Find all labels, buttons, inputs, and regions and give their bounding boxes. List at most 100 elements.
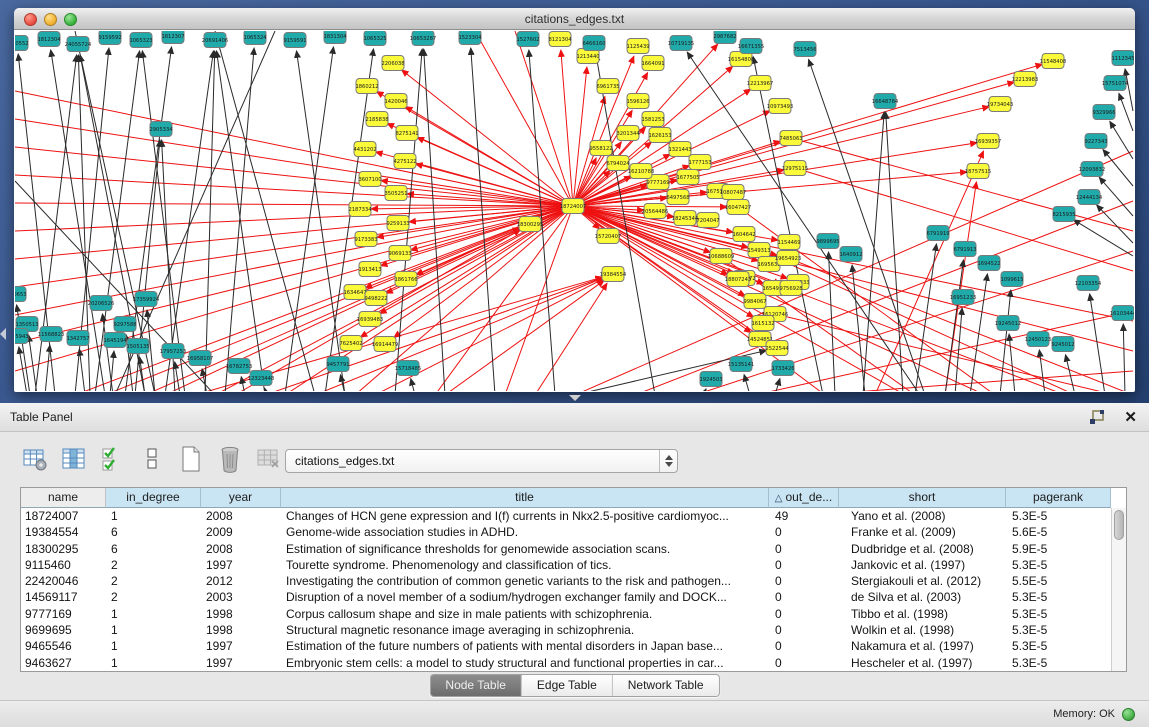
network-node[interactable]: 2185838 bbox=[365, 112, 388, 127]
network-node[interactable]: 16047427 bbox=[725, 200, 751, 215]
network-node[interactable]: 24055724 bbox=[65, 37, 92, 52]
table-row[interactable]: 977716911998Corpus callosum shape and si… bbox=[21, 606, 1111, 622]
table-cell[interactable]: Hescheler et al. (1997) bbox=[839, 655, 1006, 671]
table-cell[interactable]: Jankovic et al. (1997) bbox=[839, 557, 1006, 573]
tab-network-table[interactable]: Network Table bbox=[612, 675, 719, 696]
table-cell[interactable]: 18300295 bbox=[21, 541, 106, 557]
network-node[interactable]: 3505251 bbox=[384, 186, 407, 201]
table-cell[interactable]: 5.5E-5 bbox=[1006, 573, 1111, 589]
network-node[interactable]: 19384554 bbox=[600, 267, 627, 282]
table-cell[interactable]: 9115460 bbox=[21, 557, 106, 573]
table-cell[interactable]: 18724007 bbox=[21, 508, 106, 524]
scrollbar-thumb[interactable] bbox=[1114, 510, 1124, 540]
network-edge[interactable] bbox=[535, 283, 607, 391]
table-cell[interactable]: 6 bbox=[106, 541, 201, 557]
table-row[interactable]: 946362711997Embryonic stem cells: a mode… bbox=[21, 655, 1111, 671]
network-node[interactable]: 2206038 bbox=[381, 56, 404, 71]
network-node[interactable]: 1321443 bbox=[668, 142, 691, 157]
network-node[interactable]: 9259133 bbox=[386, 216, 409, 231]
table-cell[interactable]: Disruption of a novel member of a sodium… bbox=[281, 589, 769, 605]
table-cell[interactable]: 9465546 bbox=[21, 638, 106, 654]
network-node[interactable]: 1099615 bbox=[1000, 272, 1023, 287]
network-node[interactable]: 18724007 bbox=[560, 199, 586, 214]
table-cell[interactable]: 1 bbox=[106, 655, 201, 671]
network-edge[interactable] bbox=[573, 206, 1133, 321]
table-cell[interactable]: Tibbo et al. (1998) bbox=[839, 606, 1006, 622]
network-node[interactable]: 1065325 bbox=[363, 31, 386, 46]
network-node[interactable]: 3201344 bbox=[616, 126, 640, 141]
vertical-scrollbar[interactable] bbox=[1111, 508, 1126, 671]
minimize-window-icon[interactable] bbox=[44, 13, 57, 26]
network-node[interactable]: 20564486 bbox=[642, 204, 668, 219]
table-cell[interactable]: 2008 bbox=[201, 541, 281, 557]
network-node[interactable]: 19654923 bbox=[775, 251, 801, 266]
network-node[interactable]: 1125439 bbox=[626, 39, 649, 54]
table-cell[interactable]: Corpus callosum shape and size in male p… bbox=[281, 606, 769, 622]
table-cell[interactable]: Tourette syndrome. Phenomenology and cla… bbox=[281, 557, 769, 573]
table-cell[interactable]: Stergiakouli et al. (2012) bbox=[839, 573, 1006, 589]
network-node[interactable]: 11548408 bbox=[1040, 54, 1066, 69]
left-panel-grip[interactable] bbox=[0, 328, 6, 340]
table-cell[interactable]: 0 bbox=[769, 524, 839, 540]
table-cell[interactable]: 2009 bbox=[201, 524, 281, 540]
table-cell[interactable]: 6 bbox=[106, 524, 201, 540]
table-settings-icon[interactable] bbox=[22, 446, 48, 472]
network-node[interactable]: 1640912 bbox=[839, 247, 862, 262]
network-canvas[interactable]: 1872400722060381860212142004621858388275… bbox=[15, 31, 1134, 391]
table-cell[interactable]: 1 bbox=[106, 606, 201, 622]
network-edge[interactable] bbox=[1099, 177, 1133, 216]
network-node[interactable]: 10973493 bbox=[767, 99, 793, 114]
network-node[interactable]: 1733426 bbox=[771, 361, 794, 376]
table-row[interactable]: 911546021997Tourette syndrome. Phenomeno… bbox=[21, 557, 1111, 573]
network-node[interactable]: 1065323 bbox=[129, 33, 152, 48]
table-cell[interactable]: Franke et al. (2009) bbox=[839, 524, 1006, 540]
network-node[interactable]: 9173383 bbox=[354, 232, 377, 247]
close-panel-icon[interactable]: ✕ bbox=[1124, 410, 1137, 425]
network-node[interactable]: 15135141 bbox=[728, 357, 754, 372]
network-node[interactable]: 16210788 bbox=[628, 164, 654, 179]
network-node[interactable]: 6791919 bbox=[926, 226, 949, 241]
table-cell[interactable]: Investigating the contribution of common… bbox=[281, 573, 769, 589]
network-node[interactable]: 16671355 bbox=[738, 39, 764, 54]
network-window-titlebar[interactable]: citations_edges.txt bbox=[14, 8, 1135, 30]
network-node[interactable]: 1924503 bbox=[699, 372, 722, 387]
network-node[interactable]: 1913413 bbox=[358, 262, 381, 277]
new-document-icon[interactable] bbox=[178, 446, 204, 472]
table-cell[interactable]: 2003 bbox=[201, 589, 281, 605]
table-cell[interactable]: 14569117 bbox=[21, 589, 106, 605]
network-edge[interactable] bbox=[915, 244, 936, 391]
network-node[interactable]: 1604642 bbox=[732, 227, 755, 242]
network-edge[interactable] bbox=[1110, 121, 1133, 159]
network-node[interactable]: 1812304 bbox=[37, 32, 61, 47]
network-edge[interactable] bbox=[1090, 294, 1105, 391]
network-node[interactable]: 16958107 bbox=[187, 351, 213, 366]
network-node[interactable]: 10688609 bbox=[708, 249, 734, 264]
network-node[interactable]: 1860212 bbox=[355, 79, 378, 94]
network-node[interactable]: 2040552 bbox=[15, 36, 29, 51]
table-cell[interactable]: 22420046 bbox=[21, 573, 106, 589]
network-node[interactable]: 1505135 bbox=[126, 339, 149, 354]
network-node[interactable]: 8215935 bbox=[1052, 207, 1075, 222]
network-node[interactable]: 6466160 bbox=[582, 36, 605, 51]
network-edge[interactable] bbox=[561, 50, 573, 206]
network-node[interactable]: 12450123 bbox=[1025, 332, 1051, 347]
network-node[interactable]: 15718485 bbox=[395, 361, 421, 376]
network-node[interactable]: 11568823 bbox=[38, 327, 64, 342]
network-node[interactable]: 9984067 bbox=[743, 294, 766, 309]
table-cell[interactable]: 2012 bbox=[201, 573, 281, 589]
network-node[interactable]: 7485063 bbox=[779, 131, 802, 146]
column-header-short[interactable]: short bbox=[839, 488, 1006, 508]
network-node[interactable]: 9558122 bbox=[589, 141, 612, 156]
network-node[interactable]: 1527602 bbox=[516, 32, 539, 47]
network-node[interactable]: 3607100 bbox=[358, 172, 381, 187]
network-node[interactable]: 1626153 bbox=[648, 128, 671, 143]
table-cell[interactable]: 5.6E-5 bbox=[1006, 524, 1111, 540]
network-node[interactable]: 9899695 bbox=[816, 234, 839, 249]
network-node[interactable]: 15751074 bbox=[1102, 76, 1129, 91]
table-cell[interactable]: 5.3E-5 bbox=[1006, 638, 1111, 654]
table-cell[interactable]: Changes of HCN gene expression and I(f) … bbox=[281, 508, 769, 524]
network-edge[interactable] bbox=[703, 389, 706, 391]
network-node[interactable]: 2522544 bbox=[765, 341, 789, 356]
network-edge[interactable] bbox=[411, 379, 415, 391]
network-node[interactable]: 1154469 bbox=[777, 235, 800, 250]
